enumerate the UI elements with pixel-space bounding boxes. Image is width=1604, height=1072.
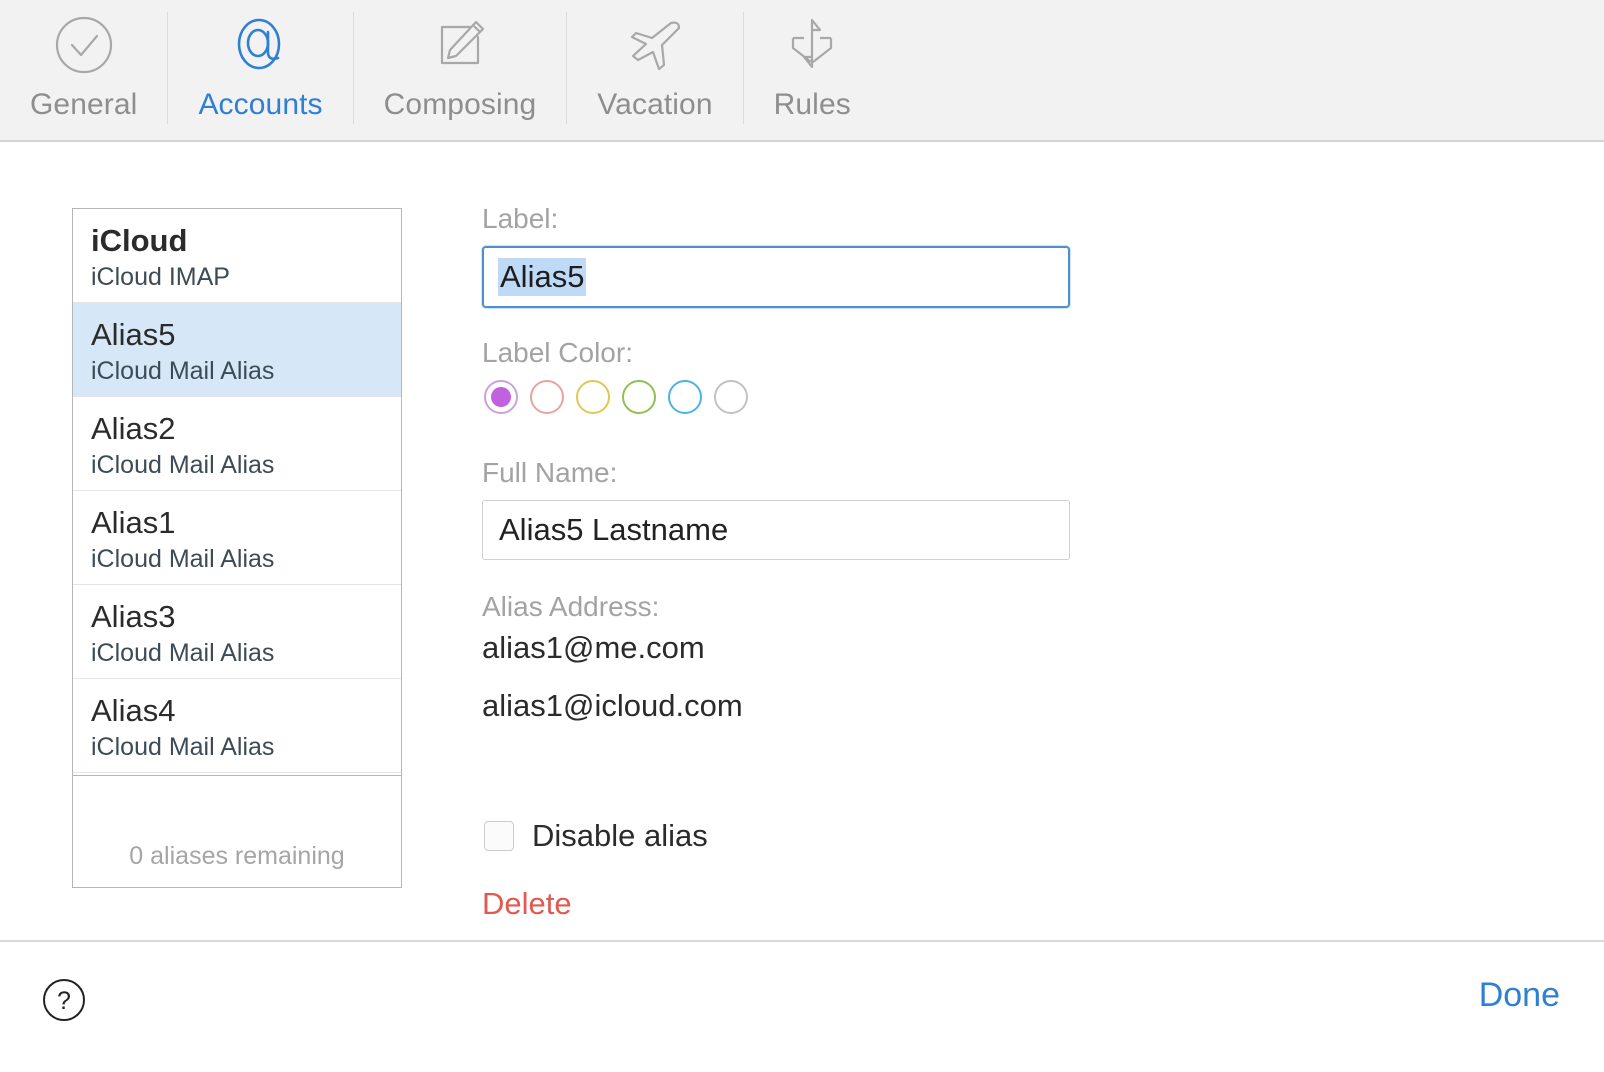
settings-content: iCloud iCloud IMAP Alias5 iCloud Mail Al… [0, 142, 1604, 940]
tab-composing[interactable]: Composing [354, 0, 567, 140]
color-swatch-green[interactable] [622, 380, 656, 414]
color-swatch-red[interactable] [530, 380, 564, 414]
account-name: iCloud [91, 223, 401, 259]
color-swatch-none[interactable] [714, 380, 748, 414]
footer-bar: ? Done [0, 940, 1604, 1072]
label-color-swatches[interactable] [484, 380, 748, 414]
list-item[interactable]: Alias5 iCloud Mail Alias [73, 303, 401, 397]
at-sign-icon [230, 14, 292, 76]
full-name-caption: Full Name: [482, 456, 617, 490]
tab-vacation[interactable]: Vacation [567, 0, 742, 140]
full-name-value: Alias5 Lastname [499, 512, 728, 548]
account-type: iCloud IMAP [91, 261, 401, 293]
color-swatch-dot [537, 387, 557, 407]
alias-address-icloud: alias1@icloud.com [482, 688, 743, 724]
account-type: iCloud Mail Alias [91, 355, 401, 387]
color-swatch-dot [583, 387, 603, 407]
tab-general[interactable]: General [0, 0, 167, 140]
color-swatch-dot [721, 387, 741, 407]
color-swatch-dot [491, 387, 511, 407]
label-caption: Label: [482, 202, 558, 236]
aliases-remaining-text: 0 aliases remaining [129, 842, 344, 871]
color-swatch-yellow[interactable] [576, 380, 610, 414]
svg-text:?: ? [57, 987, 71, 1015]
tab-rules-label: Rules [774, 88, 851, 122]
aliases-remaining-footer: 0 aliases remaining [73, 775, 401, 887]
done-button[interactable]: Done [1479, 976, 1560, 1015]
account-name: Alias2 [91, 411, 401, 447]
tab-composing-label: Composing [384, 88, 537, 122]
delete-alias-button[interactable]: Delete [482, 886, 572, 922]
list-item[interactable]: iCloud iCloud IMAP [73, 209, 401, 303]
compose-pencil-icon [429, 14, 491, 76]
disable-alias-row[interactable]: Disable alias [484, 818, 708, 854]
tab-vacation-label: Vacation [597, 88, 712, 122]
account-name: Alias5 [91, 317, 401, 353]
label-input-value: Alias5 [498, 258, 586, 296]
list-item[interactable]: Alias2 iCloud Mail Alias [73, 397, 401, 491]
account-name: Alias1 [91, 505, 401, 541]
list-item[interactable]: Alias3 iCloud Mail Alias [73, 585, 401, 679]
account-name: Alias3 [91, 599, 401, 635]
tab-accounts[interactable]: Accounts [168, 0, 352, 140]
full-name-input[interactable]: Alias5 Lastname [482, 500, 1070, 560]
account-name: Alias4 [91, 693, 401, 729]
account-type: iCloud Mail Alias [91, 449, 401, 481]
accounts-list[interactable]: iCloud iCloud IMAP Alias5 iCloud Mail Al… [72, 208, 402, 888]
list-item[interactable]: Alias4 iCloud Mail Alias [73, 679, 401, 773]
list-item[interactable]: Alias1 iCloud Mail Alias [73, 491, 401, 585]
account-type: iCloud Mail Alias [91, 637, 401, 669]
four-way-arrow-icon [781, 14, 843, 76]
label-color-caption: Label Color: [482, 336, 633, 370]
account-type: iCloud Mail Alias [91, 731, 401, 763]
color-swatch-dot [629, 387, 649, 407]
check-circle-icon [53, 14, 115, 76]
alias-address-me: alias1@me.com [482, 630, 705, 666]
label-input[interactable]: Alias5 [482, 246, 1070, 308]
settings-tabbar: General Accounts Composing [0, 0, 1604, 142]
tab-rules[interactable]: Rules [744, 0, 881, 140]
airplane-icon [624, 14, 686, 76]
alias-address-caption: Alias Address: [482, 590, 659, 624]
tab-general-label: General [30, 88, 137, 122]
disable-alias-checkbox[interactable] [484, 821, 514, 851]
tab-accounts-label: Accounts [198, 88, 322, 122]
color-swatch-blue[interactable] [668, 380, 702, 414]
disable-alias-label: Disable alias [532, 818, 708, 854]
color-swatch-purple[interactable] [484, 380, 518, 414]
color-swatch-dot [675, 387, 695, 407]
question-mark-circle-icon[interactable]: ? [42, 978, 86, 1022]
account-type: iCloud Mail Alias [91, 543, 401, 575]
